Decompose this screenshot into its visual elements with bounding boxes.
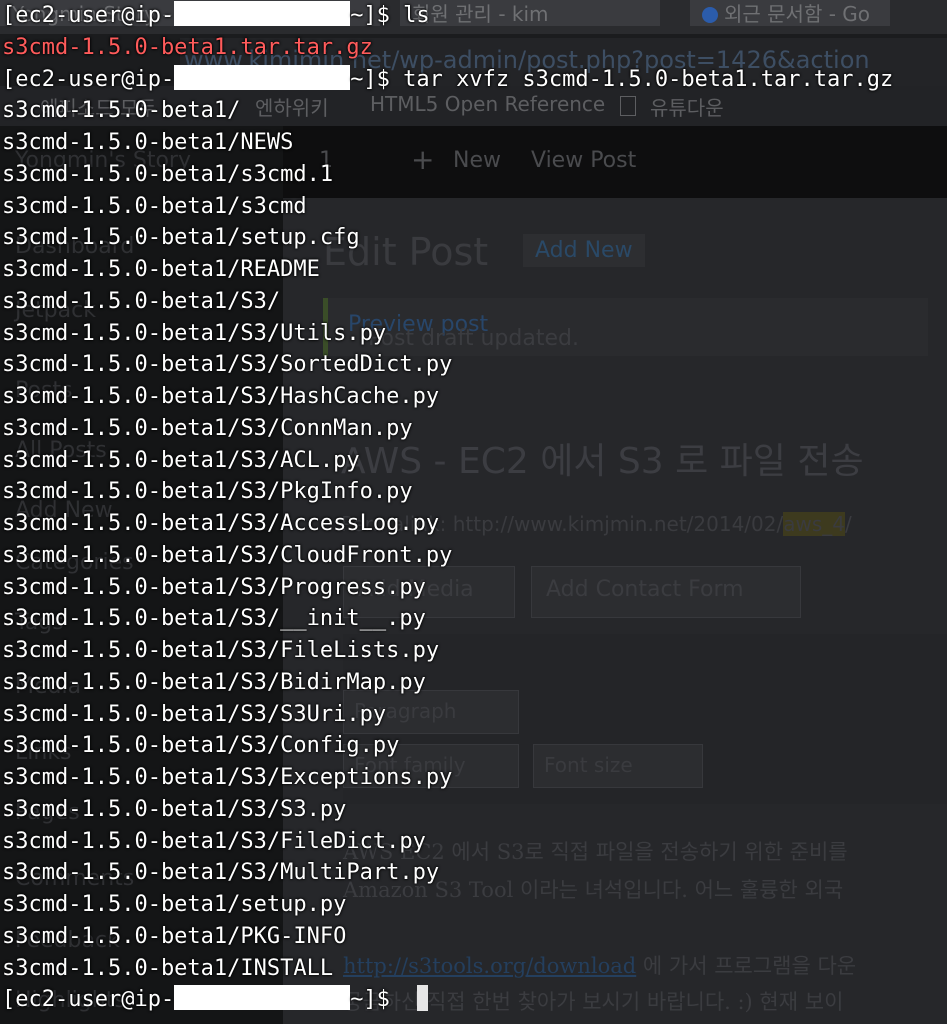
terminal-output-line: s3cmd-1.5.0-beta1/S3/FileDict.py	[2, 828, 426, 854]
prompt-suffix: ~]$	[350, 987, 404, 1013]
terminal-output-line: s3cmd-1.5.0-beta1/S3/Utils.py	[2, 320, 387, 346]
terminal-prompt-line: [ec2-user@ip- ~]$ tar xvfz s3cmd-1.5.0-be…	[2, 64, 893, 96]
terminal-output-line: s3cmd-1.5.0-beta1/S3/S3.py	[2, 796, 347, 822]
terminal-output-line: s3cmd-1.5.0-beta1/S3/S3Uri.py	[2, 701, 387, 727]
terminal-window[interactable]: [ec2-user@ip- ~]$ ls s3cmd-1.5.0-beta1.tar…	[0, 0, 947, 1024]
prompt-suffix: ~]$	[350, 66, 404, 92]
terminal-output-line: s3cmd-1.5.0-beta1/S3/MultiPart.py	[2, 860, 440, 886]
redacted-ip-block	[174, 64, 351, 90]
archive-file-entry: s3cmd-1.5.0-beta1.tar.tar.gz	[2, 34, 373, 60]
terminal-output-line: s3cmd-1.5.0-beta1/S3/AccessLog.py	[2, 511, 440, 536]
terminal-output-line: s3cmd-1.5.0-beta1/S3/__init__.py	[2, 606, 426, 632]
terminal-output-line: s3cmd-1.5.0-beta1/README	[2, 257, 320, 282]
terminal-output-line: s3cmd-1.5.0-beta1/S3/Progress.py	[2, 574, 426, 600]
prompt-suffix: ~]$	[350, 3, 404, 28]
terminal-output-line: s3cmd-1.5.0-beta1/setup.cfg	[2, 225, 360, 251]
terminal-output-line: s3cmd-1.5.0-beta1/S3/BidirMap.py	[2, 669, 426, 695]
redacted-ip-block	[174, 985, 351, 1011]
terminal-output-line: s3cmd-1.5.0-beta1/s3cmd	[2, 193, 307, 219]
terminal-output-line: s3cmd-1.5.0-beta1/S3/ConnMan.py	[2, 415, 413, 441]
terminal-output-line: s3cmd-1.5.0-beta1/S3/Exceptions.py	[2, 765, 453, 790]
redacted-ip-block	[174, 1, 351, 26]
prompt-user-host: [ec2-user@ip-	[2, 66, 175, 92]
terminal-output-line: s3cmd-1.5.0-beta1/S3/	[2, 288, 281, 314]
prompt-user-host: [ec2-user@ip-	[2, 3, 175, 28]
terminal-output-line: s3cmd-1.5.0-beta1/NEWS	[2, 130, 294, 155]
terminal-output-line: s3cmd-1.5.0-beta1/S3/Config.py	[2, 733, 400, 759]
terminal-output-line: s3cmd-1.5.0-beta1/	[2, 98, 241, 124]
terminal-command: ls	[403, 3, 430, 28]
terminal-output-line: s3cmd-1.5.0-beta1/S3/ACL.py	[2, 447, 360, 473]
terminal-output-line: s3cmd-1.5.0-beta1/S3/CloudFront.py	[2, 542, 453, 568]
terminal-output-line: s3cmd-1.5.0-beta1/s3cmd.1	[2, 161, 334, 187]
terminal-output-line: s3cmd-1.5.0-beta1/S3/FileLists.py	[2, 638, 440, 663]
terminal-output-line: s3cmd-1.5.0-beta1/setup.py	[2, 892, 347, 917]
terminal-output-line: s3cmd-1.5.0-beta1/S3/PkgInfo.py	[2, 479, 413, 505]
terminal-cursor[interactable]	[417, 985, 429, 1012]
terminal-output-line: s3cmd-1.5.0-beta1/INSTALL	[2, 955, 334, 981]
terminal-prompt-line: [ec2-user@ip- ~]$ ls	[2, 0, 430, 32]
terminal-prompt-line: [ec2-user@ip- ~]$	[2, 984, 429, 1016]
prompt-user-host: [ec2-user@ip-	[2, 987, 175, 1013]
terminal-output-line: s3cmd-1.5.0-beta1/S3/HashCache.py	[2, 384, 440, 409]
terminal-output-line: s3cmd-1.5.0-beta1/PKG-INFO	[2, 923, 347, 949]
terminal-output-line: s3cmd-1.5.0-beta1/S3/SortedDict.py	[2, 352, 453, 378]
terminal-command: tar xvfz s3cmd-1.5.0-beta1.tar.tar.gz	[403, 66, 894, 92]
